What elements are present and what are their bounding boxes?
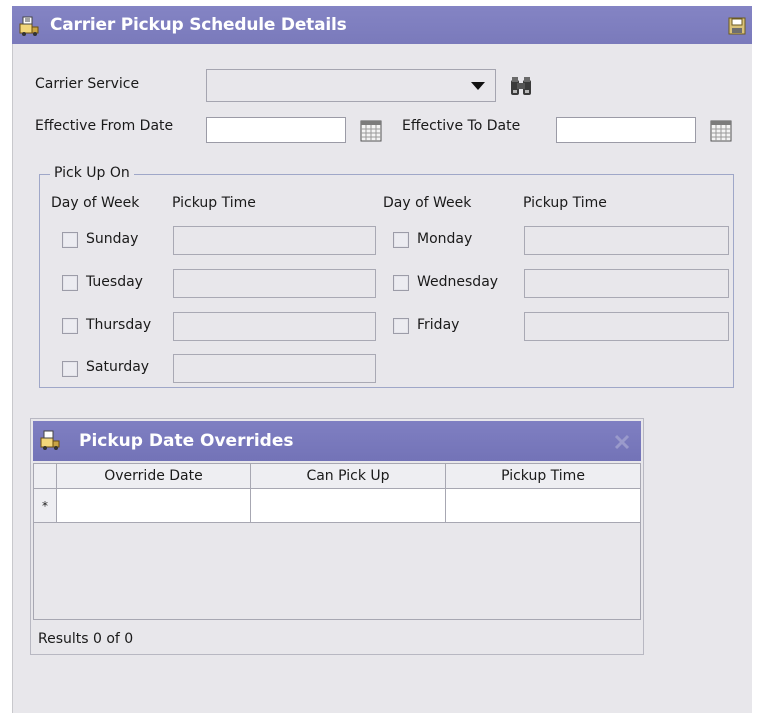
wednesday-pickup-time[interactable] [524, 269, 729, 298]
saturday-label: Saturday [86, 359, 150, 375]
overrides-title-bar: Pickup Date Overrides [33, 421, 641, 461]
can-pick-up-cell[interactable] [251, 489, 446, 523]
column-header-can-pick-up[interactable]: Can Pick Up [251, 464, 446, 489]
thursday-pickup-time[interactable] [173, 312, 376, 341]
calendar-icon[interactable] [708, 118, 734, 144]
saturday-checkbox[interactable] [62, 361, 78, 377]
override-date-cell[interactable] [57, 489, 251, 523]
carrier-service-select[interactable] [206, 69, 496, 102]
sunday-checkbox[interactable] [62, 232, 78, 248]
column-header-override-date[interactable]: Override Date [57, 464, 251, 489]
monday-checkbox[interactable] [393, 232, 409, 248]
wednesday-label: Wednesday [417, 274, 499, 290]
results-count: Results 0 of 0 [38, 631, 134, 647]
delete-icon[interactable] [613, 433, 631, 451]
effective-from-label: Effective From Date [35, 118, 174, 134]
pickup-time-header: Pickup Time [523, 195, 607, 211]
column-header-pickup-time[interactable]: Pickup Time [446, 464, 640, 489]
sunday-pickup-time[interactable] [173, 226, 376, 255]
wednesday-checkbox[interactable] [393, 275, 409, 291]
effective-to-label: Effective To Date [402, 118, 521, 134]
title-bar: Carrier Pickup Schedule Details [12, 6, 752, 44]
tuesday-checkbox[interactable] [62, 275, 78, 291]
day-of-week-header: Day of Week [51, 195, 140, 211]
sunday-label: Sunday [86, 231, 139, 247]
effective-from-input[interactable] [206, 117, 346, 143]
new-row-marker: * [34, 489, 57, 523]
calendar-icon[interactable] [358, 118, 384, 144]
tuesday-label: Tuesday [86, 274, 143, 290]
truck-schedule-icon [40, 430, 60, 450]
truck-schedule-icon [19, 16, 39, 36]
overrides-title: Pickup Date Overrides [79, 431, 294, 451]
carrier-service-label: Carrier Service [35, 76, 140, 92]
pick-up-on-label: Pick Up On [50, 165, 134, 181]
monday-pickup-time[interactable] [524, 226, 729, 255]
thursday-label: Thursday [86, 317, 152, 333]
tuesday-pickup-time[interactable] [173, 269, 376, 298]
pickup-time-cell[interactable] [446, 489, 640, 523]
effective-to-input[interactable] [556, 117, 696, 143]
binoculars-icon[interactable] [508, 74, 534, 100]
saturday-pickup-time[interactable] [173, 354, 376, 383]
chevron-down-icon [471, 82, 485, 90]
friday-checkbox[interactable] [393, 318, 409, 334]
page-title: Carrier Pickup Schedule Details [50, 15, 347, 35]
thursday-checkbox[interactable] [62, 318, 78, 334]
monday-label: Monday [417, 231, 473, 247]
overrides-table: Override Date Can Pick Up Pickup Time * [33, 463, 641, 620]
friday-label: Friday [417, 317, 460, 333]
friday-pickup-time[interactable] [524, 312, 729, 341]
save-icon[interactable] [728, 17, 746, 35]
pickup-time-header: Pickup Time [172, 195, 256, 211]
day-of-week-header: Day of Week [383, 195, 472, 211]
row-header-corner [34, 464, 57, 489]
